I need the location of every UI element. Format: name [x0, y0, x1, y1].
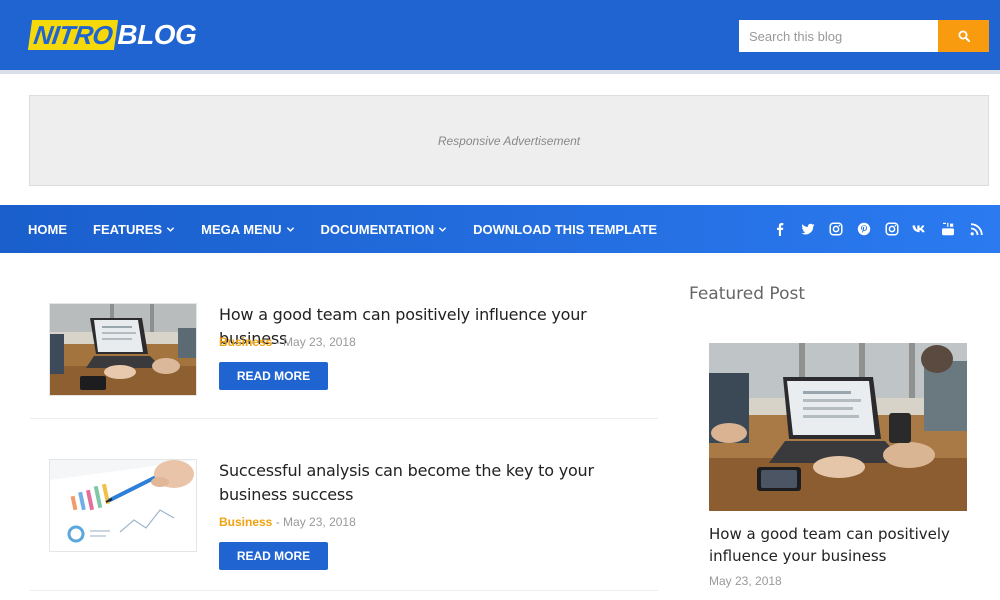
meta-separator: - [275, 335, 284, 349]
post-title[interactable]: Successful analysis can become the key t… [219, 459, 649, 507]
read-more-button[interactable]: READ MORE [219, 542, 328, 570]
vk-link[interactable] [906, 205, 934, 253]
youtube-link[interactable] [934, 205, 962, 253]
pinterest-link[interactable] [850, 205, 878, 253]
featured-post-date: May 23, 2018 [709, 574, 782, 588]
site-header: NITRO BLOG [0, 0, 1000, 70]
search-form [739, 20, 989, 52]
logo-blog: BLOG [117, 19, 197, 50]
instagram-link[interactable] [878, 205, 906, 253]
youtube-icon [942, 222, 954, 236]
logo-nitro: NITRO [27, 20, 119, 50]
post-thumbnail[interactable] [49, 303, 197, 396]
search-icon [958, 30, 970, 42]
search-input[interactable] [739, 20, 938, 52]
nav-item-download-template[interactable]: DOWNLOAD THIS TEMPLATE [473, 222, 657, 237]
twitter-icon [801, 223, 815, 235]
featured-post-image[interactable] [709, 343, 967, 511]
read-more-button[interactable]: READ MORE [219, 362, 328, 390]
chevron-down-icon [286, 226, 294, 232]
main-navigation: HOME FEATURES MEGA MENU DOCUMENTATION DO… [0, 205, 1000, 253]
nav-item-features[interactable]: FEATURES [93, 222, 175, 237]
nav-item-label: DOWNLOAD THIS TEMPLATE [473, 221, 658, 237]
post-date: May 23, 2018 [283, 515, 356, 529]
post-thumbnail[interactable] [49, 459, 197, 552]
analysis-charts-pen-image [50, 460, 196, 551]
post-item: How a good team can positively influence… [30, 280, 658, 419]
chevron-down-icon [438, 226, 447, 232]
advertisement-label: Responsive Advertisement [437, 133, 581, 148]
chevron-down-icon [166, 226, 175, 232]
featured-post-heading: Featured Post [689, 284, 806, 304]
rss-link[interactable] [962, 205, 990, 253]
nav-item-home[interactable]: HOME [28, 222, 67, 237]
nav-item-documentation[interactable]: DOCUMENTATION [321, 222, 448, 237]
nav-item-label: DOCUMENTATION [320, 221, 435, 237]
nav-item-mega-menu[interactable]: MEGA MENU [201, 222, 294, 237]
site-logo[interactable]: NITRO BLOG [27, 18, 197, 52]
search-button[interactable] [938, 20, 989, 52]
post-category[interactable]: Business [219, 515, 272, 529]
post-meta: Business - May 23, 2018 [219, 515, 356, 529]
featured-post-title[interactable]: How a good team can positively influence… [709, 523, 979, 567]
social-links [766, 205, 990, 253]
vk-icon [912, 225, 925, 233]
team-meeting-laptop-image [50, 304, 196, 395]
instagram-icon [885, 222, 899, 236]
rss-icon [970, 222, 983, 235]
facebook-link[interactable] [766, 205, 794, 253]
instagram-link[interactable] [822, 205, 850, 253]
header-divider [0, 70, 1000, 74]
post-meta: Business - May 23, 2018 [219, 335, 356, 349]
nav-item-label: FEATURES [93, 221, 163, 237]
meta-separator: - [275, 515, 284, 529]
twitter-link[interactable] [794, 205, 822, 253]
post-category[interactable]: Business [219, 335, 272, 349]
post-item: Successful analysis can become the key t… [30, 440, 658, 591]
pinterest-icon [857, 222, 871, 236]
advertisement-slot[interactable]: Responsive Advertisement [29, 95, 989, 186]
instagram-icon [829, 222, 843, 236]
nav-item-label: MEGA MENU [201, 221, 282, 237]
nav-item-label: HOME [28, 221, 67, 237]
facebook-icon [777, 223, 784, 236]
team-meeting-laptop-image [709, 343, 967, 511]
post-date: May 23, 2018 [283, 335, 356, 349]
